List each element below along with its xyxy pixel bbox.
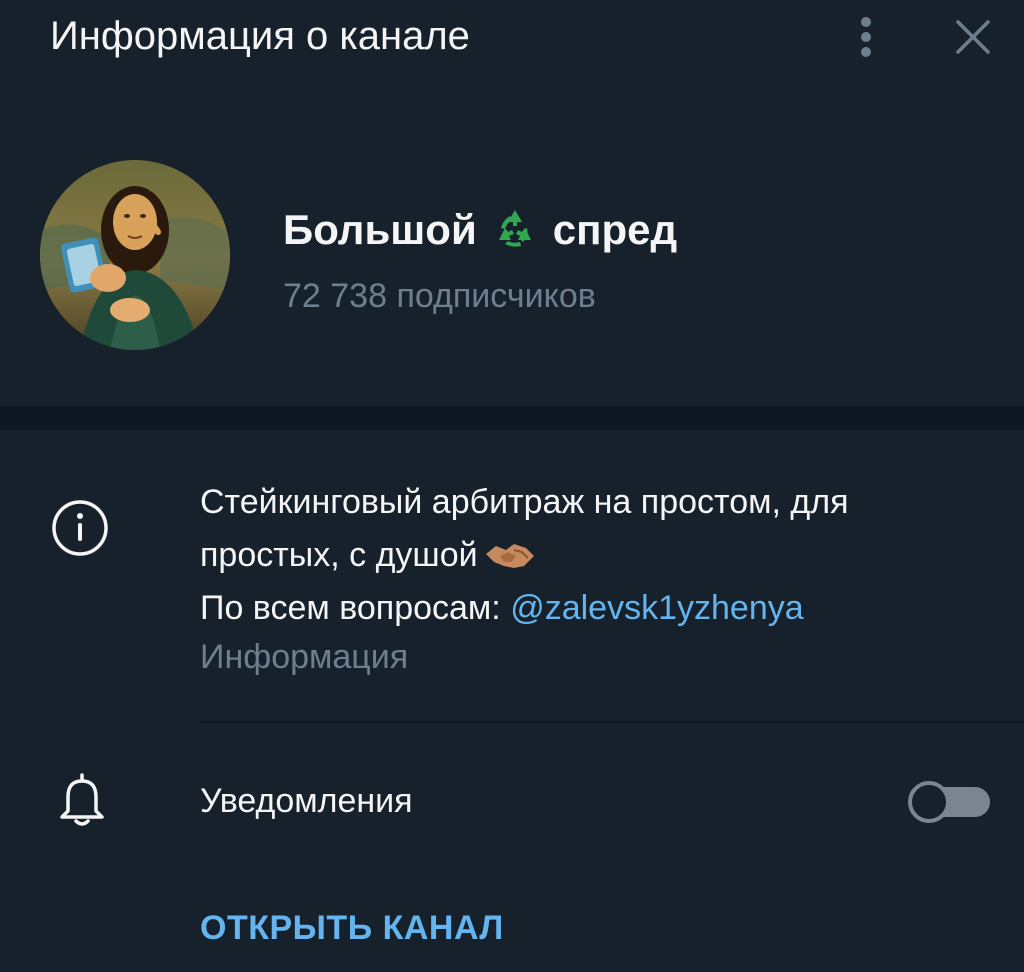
section-divider — [0, 406, 1024, 430]
avatar-image — [40, 160, 230, 350]
page-title: Информация о канале — [50, 14, 470, 58]
channel-name-part1: Большой — [283, 206, 477, 253]
info-icon — [50, 498, 110, 558]
more-options-button[interactable] — [846, 10, 886, 62]
toggle-knob — [908, 781, 950, 823]
subscriber-count: 72 738 подписчиков — [283, 277, 596, 315]
info-caption: Информация — [200, 638, 409, 676]
mention-link[interactable]: @zalevsk1yzhenya — [510, 589, 803, 627]
channel-name: Большой спред — [283, 205, 677, 255]
notifications-toggle[interactable] — [908, 781, 990, 823]
close-button[interactable] — [950, 14, 996, 60]
channel-profile: Большой спред 72 738 подписчиков — [0, 80, 1024, 406]
channel-name-part2: спред — [552, 206, 678, 253]
description-line: простых, с душой — [200, 529, 990, 582]
info-section: Стейкинговый арбитраж на простом, для пр… — [0, 430, 1024, 722]
close-icon — [956, 20, 990, 54]
recycle-icon — [491, 206, 539, 254]
description-line: По всем вопросам: @zalevsk1yzhenya — [200, 582, 990, 635]
panel-header: Информация о канале — [0, 0, 1024, 80]
description-text: простых, с душой — [200, 536, 478, 574]
description-text: По всем вопросам: — [200, 589, 511, 627]
handshake-icon — [484, 535, 536, 569]
avatar[interactable] — [40, 160, 230, 350]
description-line: Стейкинговый арбитраж на простом, для — [200, 483, 849, 521]
bell-icon — [56, 771, 108, 829]
notifications-label: Уведомления — [200, 782, 413, 820]
more-vertical-icon — [861, 17, 871, 57]
open-channel-button[interactable]: ОТКРЫТЬ КАНАЛ — [200, 906, 504, 950]
notifications-row[interactable]: Уведомления — [0, 723, 1024, 891]
channel-description: Стейкинговый арбитраж на простом, для пр… — [200, 476, 990, 635]
